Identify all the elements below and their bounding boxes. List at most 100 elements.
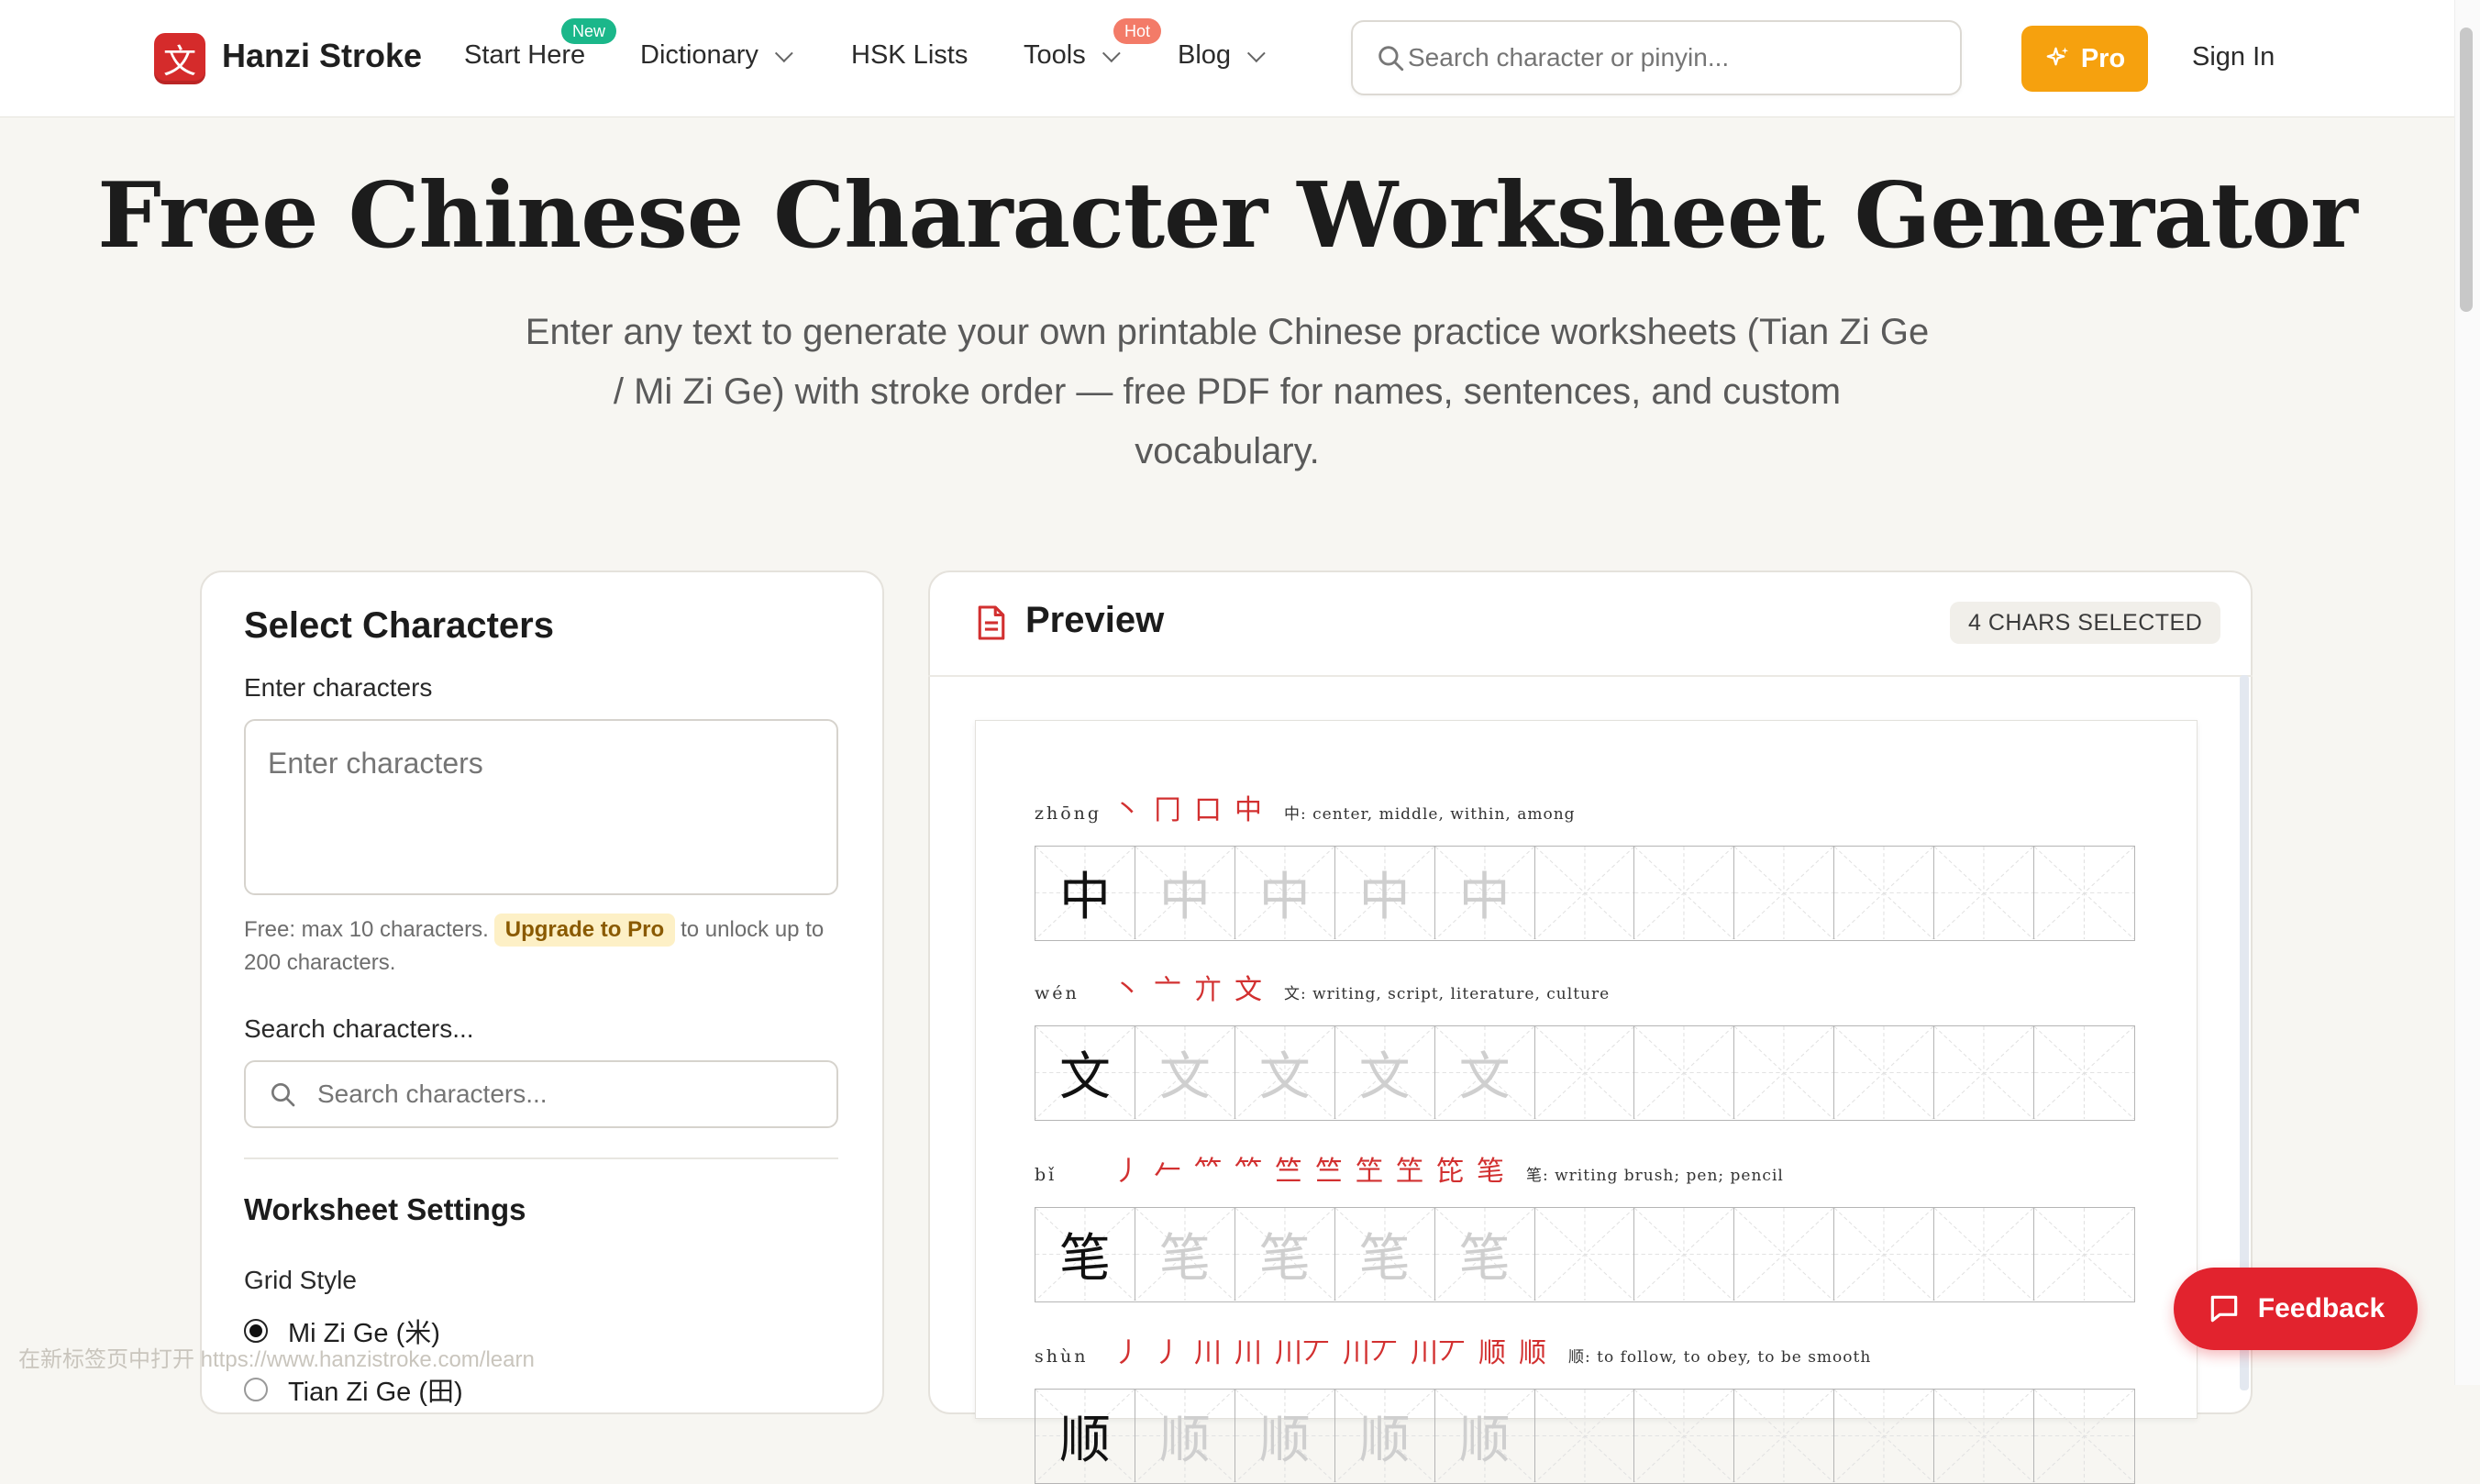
mi-zi-ge-cell — [1934, 1390, 2035, 1482]
top-nav-bar: 文 Hanzi Stroke Start Here New Dictionary… — [0, 0, 2454, 117]
definition-label: 文: writing, script, literature, culture — [1284, 985, 1611, 1003]
mi-zi-ge-cell: 文 — [1135, 1026, 1235, 1119]
trace-character: 顺 — [1158, 1411, 1211, 1470]
stroke-step: 亣 — [1194, 974, 1222, 1006]
stroke-order-sequence: 丿丿川川川丆 川丆 川丆顺顺 — [1113, 1330, 1546, 1370]
stroke-step: 笓 — [1436, 1156, 1464, 1188]
trace-character: 中 — [1158, 868, 1211, 927]
grid-option-tian-zi-ge[interactable]: Tian Zi Ge (田) — [244, 1370, 463, 1409]
stroke-order-sequence: 丶亠亣文 — [1113, 967, 1262, 1007]
stroke-step: 顺 — [1519, 1337, 1546, 1369]
stroke-step: 川丆 — [1411, 1337, 1466, 1369]
model-character: 笔 — [1058, 1229, 1111, 1289]
search-characters-label: Search characters... — [244, 1014, 474, 1043]
definition-label: 笔: writing brush; pen; pencil — [1526, 1167, 1784, 1185]
mi-zi-ge-cell — [1634, 847, 1735, 939]
stroke-step: 口 — [1194, 794, 1222, 826]
nav-hsk-lists[interactable]: HSK Lists — [851, 40, 968, 71]
model-character: 文 — [1058, 1047, 1111, 1107]
stroke-step: ⺮ — [1234, 1156, 1262, 1188]
help-text: Free: max 10 characters. — [244, 917, 489, 942]
page-subtitle: Enter any text to generate your own prin… — [525, 312, 1930, 471]
radio-button-selected[interactable] — [244, 1319, 268, 1343]
brand-name[interactable]: Hanzi Stroke — [222, 37, 422, 75]
logo-icon[interactable]: 文 — [154, 33, 205, 84]
definition-label: 顺: to follow, to obey, to be smooth — [1568, 1348, 1872, 1367]
stroke-step: 丿 — [1113, 1337, 1141, 1369]
free-limit-help: Free: max 10 characters. Upgrade to Pro to… — [244, 914, 849, 980]
enter-characters-label: Enter characters — [244, 673, 433, 702]
pro-button[interactable]: Pro — [2021, 26, 2148, 92]
stroke-step: 冂 — [1154, 794, 1181, 826]
stroke-step: 丶 — [1113, 794, 1141, 826]
upgrade-to-pro-link[interactable]: Upgrade to Pro — [493, 914, 676, 947]
stroke-step: ⺮ — [1194, 1156, 1222, 1188]
global-search[interactable] — [1351, 20, 1962, 95]
new-badge: New — [561, 18, 617, 44]
pinyin-label: wén — [1035, 983, 1079, 1003]
mi-zi-ge-cell: 文 — [1234, 1026, 1335, 1119]
mi-zi-ge-cell: 文 — [1334, 1026, 1435, 1119]
mi-zi-ge-cell — [1734, 847, 1835, 939]
nav-label: Blog — [1178, 40, 1232, 70]
nav-label: Dictionary — [640, 40, 758, 70]
search-characters-field[interactable] — [244, 1060, 838, 1128]
chat-bubble-icon — [2210, 1295, 2238, 1323]
mi-zi-ge-cell — [1534, 1026, 1635, 1119]
mi-zi-ge-cell — [1834, 1208, 1935, 1301]
stroke-order-sequence: 丿 𠂉 ⺮⺮竺竺笁笁笓笔 — [1113, 1148, 1504, 1189]
mi-zi-ge-cell — [1634, 1208, 1735, 1301]
mi-zi-ge-cell — [1934, 847, 2035, 939]
mi-zi-ge-cell: 中 — [1135, 847, 1235, 939]
mi-zi-ge-cell: 顺 — [1434, 1390, 1535, 1482]
chevron-down-icon — [1246, 43, 1266, 62]
global-search-input[interactable] — [1406, 42, 1923, 73]
trace-character: 中 — [1258, 868, 1311, 927]
mi-zi-ge-cell: 笔 — [1434, 1208, 1535, 1301]
search-characters-input[interactable] — [316, 1079, 796, 1110]
mi-zi-ge-cell — [1834, 1390, 1935, 1482]
mi-zi-ge-cell — [2034, 1026, 2134, 1119]
trace-character: 文 — [1258, 1047, 1311, 1107]
worksheet-row-header: wén 丶亠亣文 文: writing, script, literature, c… — [1035, 967, 2135, 1007]
nav-start-here[interactable]: Start Here — [464, 40, 585, 71]
document-icon — [978, 605, 1005, 640]
nav-label: Start Here — [464, 40, 586, 70]
mi-zi-ge-cell — [1934, 1208, 2035, 1301]
worksheet-row: zhōng 丶冂口中 中: center, middle, within, amon… — [1035, 787, 2135, 941]
nav-blog[interactable]: Blog — [1178, 40, 1266, 71]
mi-zi-ge-cell: 中 — [1234, 847, 1335, 939]
pinyin-label: bǐ — [1035, 1165, 1057, 1185]
trace-character: 顺 — [1458, 1411, 1511, 1470]
nav-dictionary[interactable]: Dictionary — [640, 40, 793, 71]
sign-in-link[interactable]: Sign In — [2192, 42, 2275, 72]
mi-zi-ge-cell — [1534, 847, 1635, 939]
preview-title: Preview — [1025, 600, 1165, 640]
enter-characters-field[interactable] — [244, 719, 838, 895]
practice-grid-row: 文文文文文 — [1035, 1025, 2135, 1121]
worksheet-row-header: shùn 丿丿川川川丆 川丆 川丆顺顺顺: to follow, to obey, t… — [1035, 1330, 2135, 1370]
pinyin-label: zhōng — [1035, 803, 1102, 824]
page-scrollbar-thumb[interactable] — [2460, 28, 2473, 312]
practice-grid-row: 顺顺顺顺顺 — [1035, 1389, 2135, 1484]
practice-grid-row: 笔笔笔笔笔 — [1035, 1207, 2135, 1302]
stroke-step: 顺 — [1478, 1337, 1506, 1369]
pinyin-label: shùn — [1035, 1346, 1089, 1367]
radio-button[interactable] — [244, 1378, 268, 1401]
stroke-step: 𠂉 — [1154, 1156, 1181, 1188]
worksheet-row: wén 丶亠亣文 文: writing, script, literature, c… — [1035, 967, 2135, 1121]
enter-characters-input[interactable] — [246, 721, 836, 893]
stroke-step: 川丆 — [1275, 1337, 1330, 1369]
mi-zi-ge-cell — [1634, 1390, 1735, 1482]
worksheet-row-header: bǐ 丿 𠂉 ⺮⺮竺竺笁笁笓笔笔: writing brush; pen; penci… — [1035, 1148, 2135, 1189]
mi-zi-ge-cell — [1934, 1026, 2035, 1119]
stroke-step: 丿 — [1154, 1337, 1181, 1369]
feedback-button[interactable]: Feedback — [2174, 1268, 2418, 1350]
worksheet-row-header: zhōng 丶冂口中 中: center, middle, within, amon… — [1035, 787, 2135, 827]
stroke-step: 亠 — [1154, 974, 1181, 1006]
trace-character: 文 — [1458, 1047, 1511, 1107]
mi-zi-ge-cell: 中 — [1434, 847, 1535, 939]
nav-tools[interactable]: Tools — [1024, 40, 1121, 71]
practice-grid-row: 中中中中中 — [1035, 846, 2135, 941]
stroke-step: 竺 — [1315, 1156, 1343, 1188]
